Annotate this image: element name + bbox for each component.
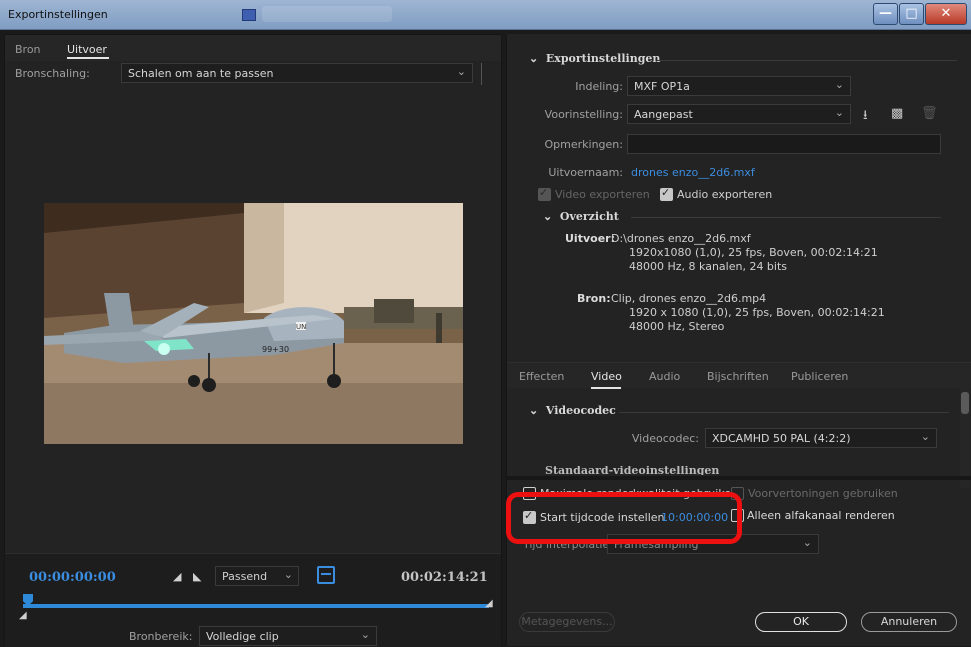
output-summary-line: 48000 Hz, 8 kanalen, 24 bits bbox=[629, 260, 788, 273]
videocodec-label: Videocodec: bbox=[631, 432, 699, 445]
divider bbox=[657, 60, 957, 61]
scrollbar-thumb[interactable] bbox=[961, 392, 969, 414]
mark-out-icon[interactable]: ◣ bbox=[193, 570, 201, 583]
use-previews-label: Voorvertoningen gebruiken bbox=[748, 487, 898, 500]
output-name-label: Uitvoernaam: bbox=[548, 166, 623, 179]
timecode-duration: 00:02:14:21 bbox=[401, 570, 488, 585]
scaling-label: Bronschaling: bbox=[15, 67, 90, 80]
export-video-label: Video exporteren bbox=[555, 188, 650, 201]
videocodec-heading[interactable]: ⌄ Videocodec bbox=[529, 404, 616, 417]
taskbar-ghost-text bbox=[262, 6, 392, 22]
summary-heading[interactable]: ⌄ Overzicht bbox=[543, 210, 619, 223]
scrub-bar[interactable] bbox=[23, 604, 489, 608]
mark-in-icon[interactable]: ◢ bbox=[173, 570, 181, 583]
save-preset-icon[interactable]: ⭳ bbox=[863, 106, 868, 128]
source-summary-label: Bron: bbox=[577, 292, 611, 305]
export-audio-checkbox[interactable] bbox=[660, 186, 673, 201]
tab-active-indicator bbox=[67, 57, 109, 59]
chevron-down-icon: ⌄ bbox=[283, 568, 293, 581]
plane-marking-un: UN bbox=[296, 323, 306, 331]
divider bbox=[619, 412, 949, 413]
preset-dropdown[interactable]: Aangepast ⌄ bbox=[627, 104, 851, 124]
settings-scrollbar[interactable] bbox=[960, 388, 970, 488]
tab-effecten[interactable]: Effecten bbox=[519, 370, 564, 383]
videocodec-dropdown[interactable]: XDCAMHD 50 PAL (4:2:2) ⌄ bbox=[705, 428, 937, 448]
output-summary-line: 1920x1080 (1,0), 25 fps, Boven, 00:02:14… bbox=[629, 246, 878, 259]
taskbar-app-icon bbox=[242, 9, 256, 21]
format-value: MXF OP1a bbox=[634, 80, 690, 93]
tab-video[interactable]: Video bbox=[591, 370, 622, 383]
divider bbox=[481, 63, 482, 85]
minimize-button[interactable]: — bbox=[873, 3, 898, 25]
preview-tabs: Bron Uitvoer bbox=[5, 35, 501, 61]
source-summary-line: Clip, drones enzo__2d6.mp4 bbox=[611, 292, 767, 305]
chevron-down-icon: ⌄ bbox=[920, 430, 930, 443]
basic-video-heading-partial: Standaard-videoinstellingen bbox=[545, 466, 720, 475]
video-preview: UN 99+30 bbox=[44, 203, 463, 444]
comments-input[interactable] bbox=[627, 134, 941, 154]
panel-divider[interactable] bbox=[507, 476, 971, 480]
tab-bron[interactable]: Bron bbox=[15, 43, 41, 56]
annotation-highlight-box bbox=[506, 492, 742, 544]
plane-marking-number: 99+30 bbox=[262, 345, 289, 354]
drone-frame-image: UN 99+30 bbox=[44, 203, 463, 444]
timeline-bar: 00:00:00:00 ◢ ◣ Passend ⌄ 00:02:14:21 ◢ … bbox=[5, 553, 501, 647]
maximize-button[interactable]: □ bbox=[899, 3, 924, 25]
chevron-down-icon: ⌄ bbox=[802, 536, 812, 549]
settings-panel: ⌄ Exportinstellingen Indeling: MXF OP1a … bbox=[506, 34, 971, 646]
export-audio-label: Audio exporteren bbox=[677, 188, 773, 201]
output-summary-line: D:\drones enzo__2d6.mxf bbox=[611, 232, 751, 245]
source-range-value: Volledige clip bbox=[206, 630, 279, 643]
tab-active-indicator bbox=[591, 387, 621, 389]
output-summary-label: Uitvoer: bbox=[565, 232, 615, 245]
settings-tabs: Effecten Video Audio Bijschriften Public… bbox=[507, 362, 971, 389]
ok-button[interactable]: OK bbox=[755, 612, 847, 632]
preset-value: Aangepast bbox=[634, 108, 693, 121]
delete-preset-icon[interactable]: 🗑 bbox=[921, 106, 938, 121]
chevron-down-icon: ⌄ bbox=[360, 628, 370, 641]
source-summary-line: 1920 x 1080 (1,0), 25 fps, Boven, 00:02:… bbox=[629, 306, 885, 319]
comments-label: Opmerkingen: bbox=[544, 138, 623, 151]
title-bar: Exportinstellingen — □ ✕ bbox=[0, 0, 971, 30]
chevron-down-icon: ⌄ bbox=[456, 65, 466, 78]
window-title: Exportinstellingen bbox=[8, 8, 108, 21]
output-name-link[interactable]: drones enzo__2d6.mxf bbox=[631, 166, 755, 179]
scaling-value: Schalen om aan te passen bbox=[128, 67, 274, 80]
metadata-button[interactable]: Metagegevens... bbox=[519, 612, 615, 632]
export-settings-heading[interactable]: ⌄ Exportinstellingen bbox=[529, 52, 660, 65]
source-range-label: Bronbereik: bbox=[129, 630, 193, 643]
in-point-marker[interactable]: ◢ bbox=[19, 610, 27, 621]
tab-publiceren[interactable]: Publiceren bbox=[791, 370, 848, 383]
tab-uitvoer[interactable]: Uitvoer bbox=[67, 43, 107, 56]
cancel-button[interactable]: Annuleren bbox=[861, 612, 957, 632]
format-label: Indeling: bbox=[575, 80, 623, 93]
zoom-dropdown[interactable]: Passend ⌄ bbox=[215, 566, 299, 586]
tab-audio[interactable]: Audio bbox=[649, 370, 680, 383]
chevron-down-icon: ⌄ bbox=[834, 106, 844, 119]
timecode-current[interactable]: 00:00:00:00 bbox=[29, 570, 116, 585]
zoom-value: Passend bbox=[222, 570, 268, 583]
export-video-checkbox[interactable] bbox=[538, 186, 551, 201]
videocodec-value: XDCAMHD 50 PAL (4:2:2) bbox=[712, 432, 851, 445]
divider bbox=[631, 217, 941, 218]
alpha-only-label: Alleen alfakanaal renderen bbox=[747, 509, 895, 522]
import-preset-icon[interactable]: ▩ bbox=[891, 106, 903, 121]
source-summary-line: 48000 Hz, Stereo bbox=[629, 320, 725, 333]
close-button[interactable]: ✕ bbox=[925, 3, 967, 25]
out-point-marker[interactable]: ◢ bbox=[485, 598, 493, 609]
scaling-dropdown[interactable]: Schalen om aan te passen ⌄ bbox=[121, 63, 473, 83]
chevron-down-icon: ⌄ bbox=[834, 78, 844, 91]
preview-panel: Bron Uitvoer Bronschaling: Schalen om aa… bbox=[4, 34, 502, 647]
preset-label: Voorinstelling: bbox=[544, 108, 623, 121]
aspect-toggle-icon[interactable] bbox=[317, 566, 335, 584]
tab-bijschriften[interactable]: Bijschriften bbox=[707, 370, 769, 383]
source-range-dropdown[interactable]: Volledige clip ⌄ bbox=[199, 626, 377, 646]
format-dropdown[interactable]: MXF OP1a ⌄ bbox=[627, 76, 851, 96]
